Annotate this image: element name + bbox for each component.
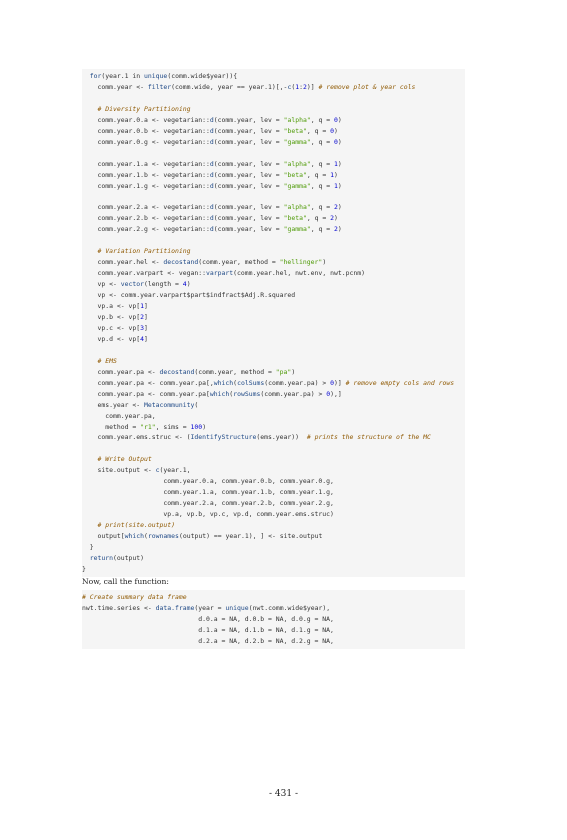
code-line: # EMS xyxy=(97,356,117,365)
code-block-function-body: for(year.1 in unique(comm.wide$year)){ c… xyxy=(82,69,465,577)
code-line: method = "r1", sims = 100) xyxy=(82,422,207,431)
code-line: # Variation Partitioning xyxy=(97,247,191,256)
page-number: - 431 - xyxy=(269,789,298,799)
code-line: comm.year.varpart <- vegan::varpart(comm… xyxy=(82,269,365,278)
code-line: output[which(rownames(output) == year.1)… xyxy=(82,532,323,541)
code-line: vp.b <- vp[2] xyxy=(82,312,148,321)
code-line: comm.year.hel <- decostand(comm.year, me… xyxy=(82,258,327,267)
code-line: comm.year.pa, xyxy=(82,411,156,420)
code-line: comm.year.0.a <- vegetarian::d(comm.year… xyxy=(82,115,342,124)
code-line: } xyxy=(82,564,86,573)
code-line: return(output) xyxy=(89,553,145,562)
code-line: # Create summary data frame xyxy=(82,593,187,601)
code-line: comm.year.1.b <- vegetarian::d(comm.year… xyxy=(82,170,338,179)
code-line: for(year.1 in unique(comm.wide$year)){ xyxy=(89,72,238,80)
code-line: comm.year.0.g <- vegetarian::d(comm.year… xyxy=(82,137,342,146)
code-line: comm.year.0.b <- vegetarian::d(comm.year… xyxy=(82,126,338,135)
code-line: comm.year.1.g <- vegetarian::d(comm.year… xyxy=(82,181,342,190)
code-line: } xyxy=(82,542,94,551)
call-function-text: Now, call the function: xyxy=(82,577,169,586)
code-listing: # Create summary data frame nwt.time.ser… xyxy=(82,590,465,649)
code-line: nwt.time.series <- data.frame(year = uni… xyxy=(82,603,331,612)
code-line: vp.a <- vp[1] xyxy=(82,302,148,311)
code-line: comm.year.0.a, comm.year.0.b, comm.year.… xyxy=(82,477,334,486)
code-line: # Write Output xyxy=(97,455,152,464)
code-line: d.2.a = NA, d.2.b = NA, d.2.g = NA, xyxy=(82,636,334,645)
code-line: vp.c <- vp[3] xyxy=(82,323,148,332)
code-line: comm.year.pa <- comm.year.pa[which(rowSu… xyxy=(82,389,342,398)
code-line: vp.a, vp.b, vp.c, vp.d, comm.year.ems.st… xyxy=(82,510,334,519)
code-line: d.0.a = NA, d.0.b = NA, d.0.g = NA, xyxy=(82,614,334,623)
code-line: # print(site.output) xyxy=(97,521,176,530)
code-line: comm.year.1.a, comm.year.1.b, comm.year.… xyxy=(82,488,334,497)
code-line: d.1.a = NA, d.1.b = NA, d.1.g = NA, xyxy=(82,625,334,634)
code-block-summary-frame: # Create summary data frame nwt.time.ser… xyxy=(82,590,465,649)
code-line: vp.d <- vp[4] xyxy=(82,334,148,343)
code-line: comm.year.pa <- decostand(comm.year, met… xyxy=(82,367,296,376)
code-line: comm.year.2.a, comm.year.2.b, comm.year.… xyxy=(82,499,334,508)
code-line: vp <- comm.year.varpart$part$indfract$Ad… xyxy=(82,291,296,300)
code-line: ems.year <- Metacommunity( xyxy=(82,400,199,409)
code-line: comm.year.ems.struc <- (IdentifyStructur… xyxy=(82,433,431,442)
code-line: # Diversity Partitioning xyxy=(97,104,191,113)
code-listing: for(year.1 in unique(comm.wide$year)){ c… xyxy=(82,69,465,577)
code-line: comm.year.2.b <- vegetarian::d(comm.year… xyxy=(82,214,338,223)
code-line: site.output <- c(year.1, xyxy=(82,466,191,475)
code-line: comm.year.2.a <- vegetarian::d(comm.year… xyxy=(82,203,342,212)
code-line: comm.year.1.a <- vegetarian::d(comm.year… xyxy=(82,159,342,168)
code-line: comm.year <- filter(comm.wide, year == y… xyxy=(82,82,416,91)
code-line: comm.year.2.g <- vegetarian::d(comm.year… xyxy=(82,225,342,234)
code-line: comm.year.pa <- comm.year.pa[,which(colS… xyxy=(82,378,455,387)
code-line: vp <- vector(length = 4) xyxy=(82,280,191,289)
